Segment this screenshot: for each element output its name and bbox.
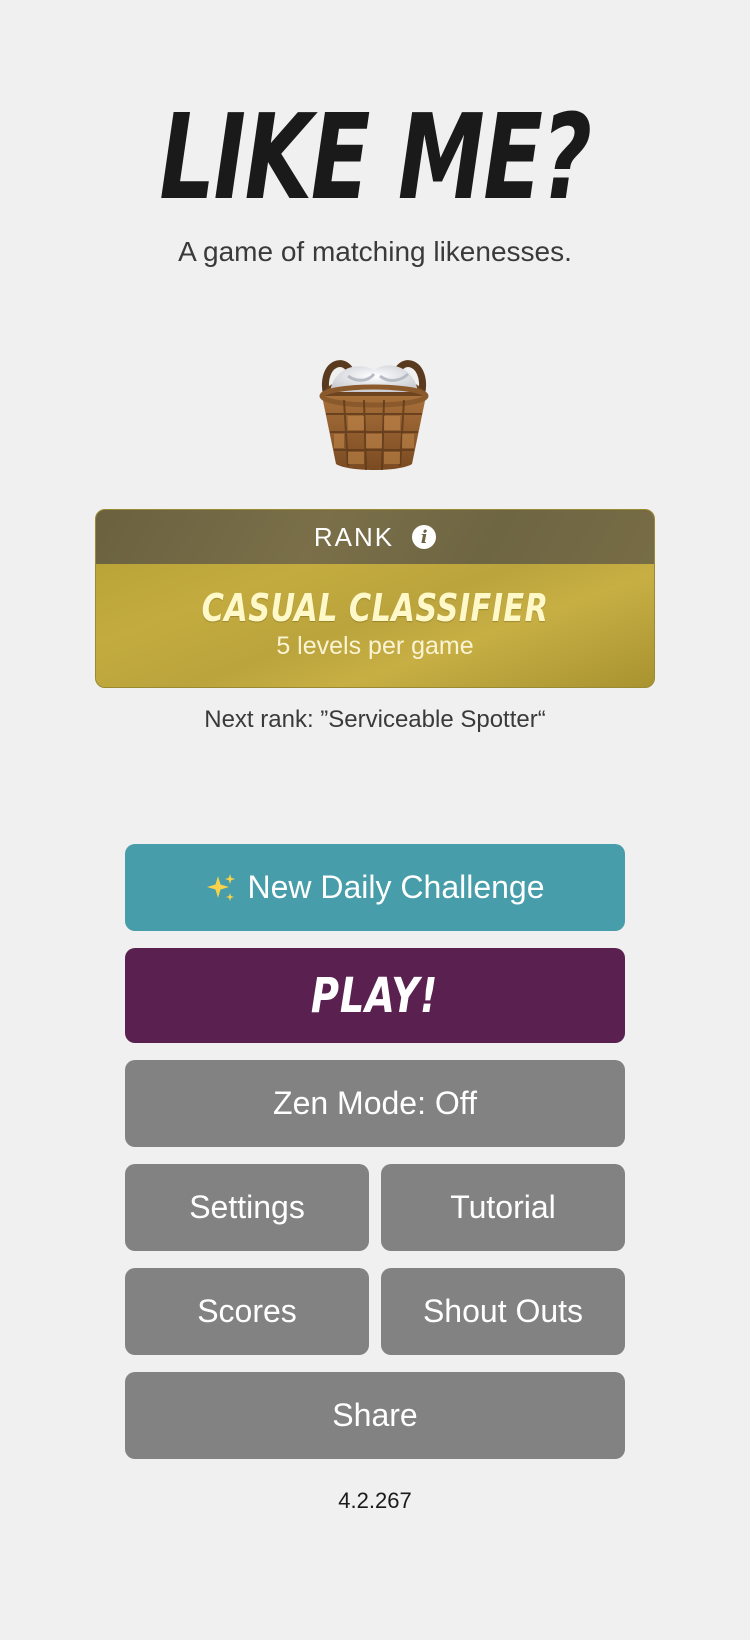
settings-button[interactable]: Settings (125, 1164, 369, 1251)
laundry-basket-icon (310, 352, 438, 474)
scores-label: Scores (197, 1293, 297, 1329)
play-label: PLAY! (311, 967, 439, 1024)
rank-card: RANK i CASUAL CLASSIFIER 5 levels per ga… (95, 509, 655, 688)
app-title: LIKE ME? (159, 88, 592, 226)
tutorial-label: Tutorial (450, 1189, 556, 1225)
scores-button[interactable]: Scores (125, 1268, 369, 1355)
share-button[interactable]: Share (125, 1372, 625, 1459)
app-subtitle: A game of matching likenesses. (178, 236, 572, 267)
daily-challenge-label: New Daily Challenge (247, 869, 545, 905)
shout-outs-button[interactable]: Shout Outs (381, 1268, 625, 1355)
settings-label: Settings (189, 1189, 305, 1225)
rank-header-label: RANK (313, 521, 395, 552)
next-rank-text: Next rank: ”Serviceable Spotter“ (204, 706, 546, 733)
sparkles-icon (205, 872, 237, 904)
info-icon[interactable]: i (412, 525, 437, 549)
version-text: 4.2.267 (338, 1488, 412, 1513)
share-label: Share (332, 1397, 418, 1433)
rank-header: RANK i (96, 510, 654, 564)
tutorial-button[interactable]: Tutorial (381, 1164, 625, 1251)
shout-outs-label: Shout Outs (422, 1293, 584, 1329)
play-button[interactable]: PLAY! (125, 948, 625, 1043)
zen-mode-label: Zen Mode: Off (273, 1085, 477, 1121)
rank-name: CASUAL CLASSIFIER (201, 586, 549, 630)
rank-detail: 5 levels per game (276, 632, 474, 660)
daily-challenge-button[interactable]: New Daily Challenge (125, 844, 625, 931)
zen-mode-button[interactable]: Zen Mode: Off (125, 1060, 625, 1147)
